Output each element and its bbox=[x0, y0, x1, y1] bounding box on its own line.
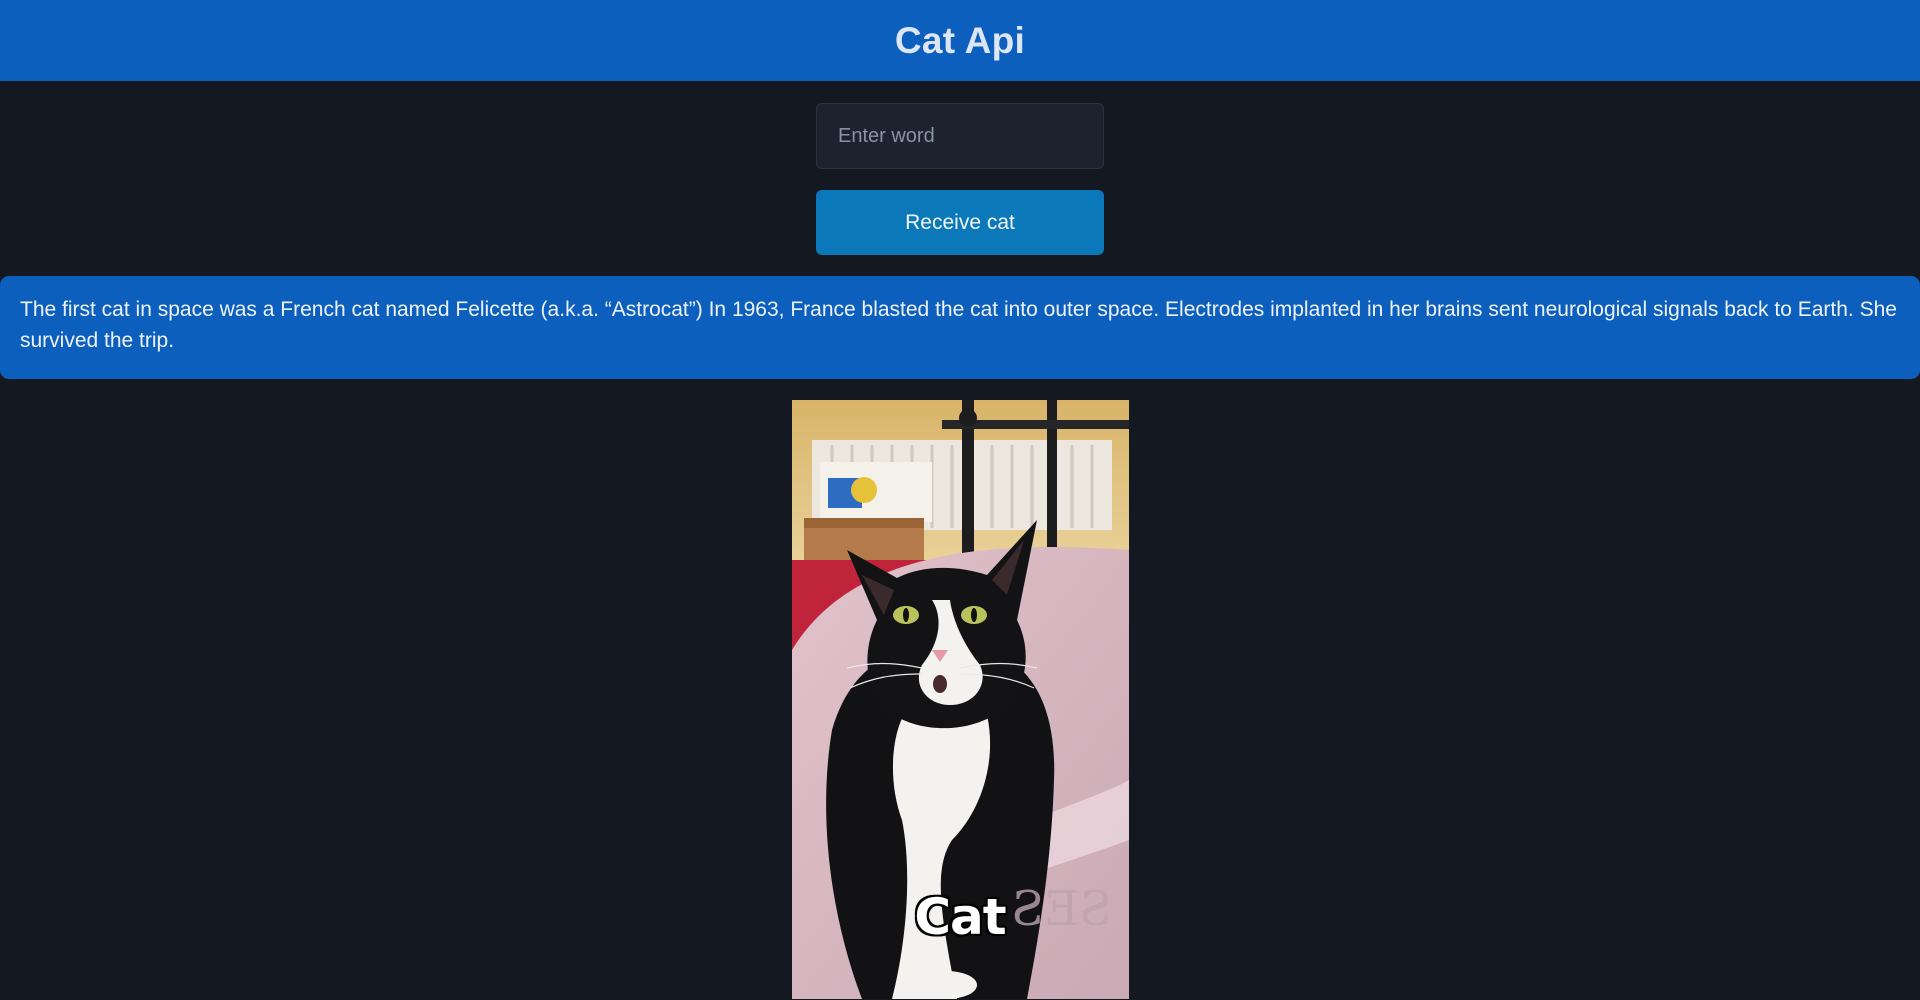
cat-fact-text: The first cat in space was a French cat … bbox=[20, 298, 1897, 352]
app-header: Cat Api bbox=[0, 0, 1920, 81]
cat-image-container: SES Cat bbox=[0, 400, 1920, 999]
cat-fact-panel: The first cat in space was a French cat … bbox=[0, 276, 1920, 379]
controls: Receive cat bbox=[0, 81, 1920, 255]
receive-cat-button[interactable]: Receive cat bbox=[816, 190, 1104, 255]
cat-image: SES Cat bbox=[791, 400, 1129, 999]
page-title: Cat Api bbox=[894, 19, 1026, 61]
cat-image-caption: Cat bbox=[914, 888, 1006, 946]
word-input[interactable] bbox=[816, 103, 1104, 169]
